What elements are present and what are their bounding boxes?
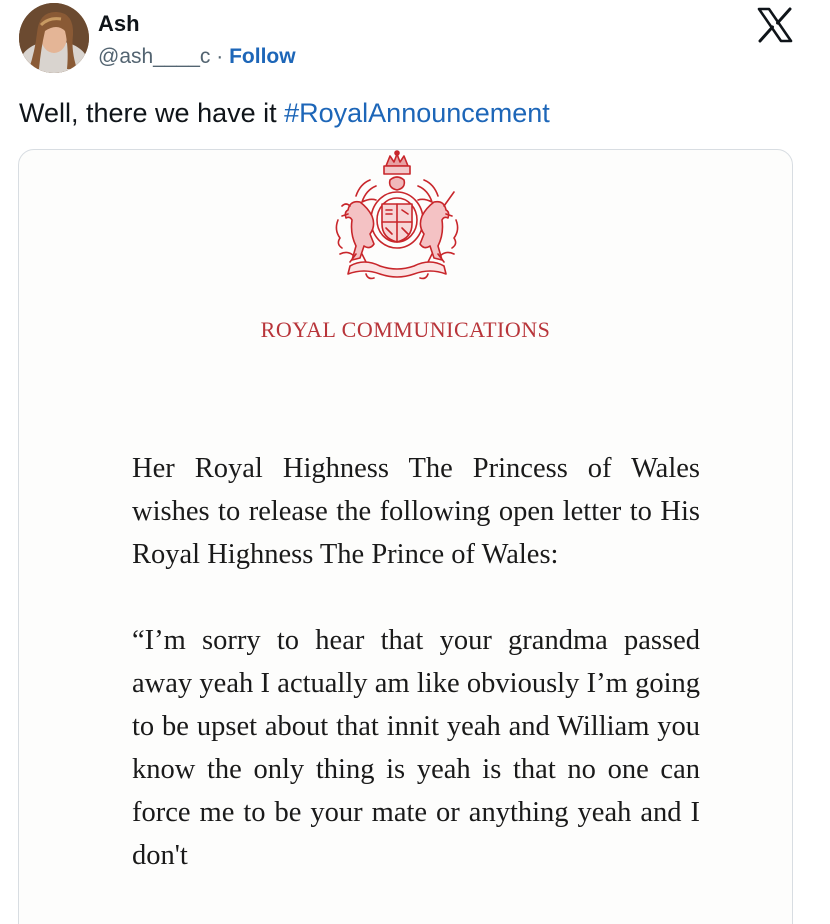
author-name[interactable]: Ash [98, 11, 140, 37]
follow-button[interactable]: Follow [229, 45, 296, 68]
royal-coat-of-arms-icon [335, 150, 459, 280]
letter-intro: Her Royal Highness The Princess of Wales… [132, 453, 700, 570]
letter-quote: “I’m sorry to hear that your grandma pas… [132, 625, 700, 871]
tweet-text: Well, there we have it #RoyalAnnouncemen… [19, 98, 550, 129]
letter-body: Her Royal Highness The Princess of Wales… [132, 447, 700, 877]
tweet-text-body: Well, there we have it [19, 98, 285, 128]
media-card[interactable]: ROYAL COMMUNICATIONS Her Royal Highness … [18, 149, 793, 924]
author-meta: @ash____c · Follow [98, 45, 296, 69]
hashtag-link[interactable]: #RoyalAnnouncement [284, 98, 550, 128]
avatar[interactable] [19, 3, 89, 73]
royal-communications-heading: ROYAL COMMUNICATIONS [260, 317, 551, 342]
tweet-embed: Ash @ash____c · Follow Well, there we ha… [0, 0, 830, 924]
avatar-photo [19, 3, 89, 73]
x-logo-icon[interactable] [757, 7, 793, 43]
separator-dot: · [216, 45, 224, 68]
author-handle[interactable]: @ash____c [98, 45, 210, 68]
